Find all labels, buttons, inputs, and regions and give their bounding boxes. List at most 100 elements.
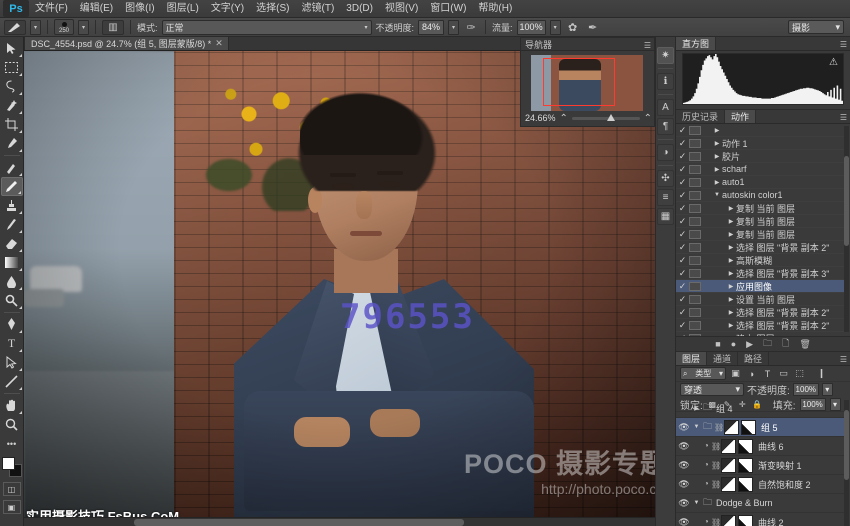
action-toggle-check[interactable]: ✓ <box>676 268 689 279</box>
layer-visibility-icon[interactable]: 👁 <box>676 460 692 471</box>
action-toggle-check[interactable]: ✓ <box>676 177 689 188</box>
action-dialog-toggle[interactable] <box>689 191 701 200</box>
layer-row[interactable]: ▶🗀组 4 <box>676 399 844 418</box>
character-dock-icon[interactable]: A <box>657 99 674 116</box>
panel-menu-icon[interactable]: ☰ <box>840 40 847 49</box>
layer-visibility-icon[interactable]: 👁 <box>676 441 692 452</box>
layer-visibility-icon[interactable]: 👁 <box>676 422 692 433</box>
actions-scrollbar[interactable] <box>844 126 849 332</box>
layer-row[interactable]: 👁▼🗀⛓组 5 <box>676 418 844 437</box>
history-brush-tool[interactable] <box>1 215 23 234</box>
layer-mask-thumbnail[interactable] <box>738 515 753 526</box>
action-item[interactable]: ✓▶选择 图层 "背景 副本 2" <box>676 319 844 332</box>
layer-row[interactable]: 👁◑⛓渐变映射 1 <box>676 456 844 475</box>
action-dialog-toggle[interactable] <box>689 230 701 239</box>
libraries-dock-icon[interactable]: ▦ <box>657 208 674 225</box>
new-action-icon[interactable]: 🗋 <box>782 336 789 352</box>
action-dialog-toggle[interactable] <box>689 152 701 161</box>
layer-mask-thumbnail[interactable] <box>741 420 756 435</box>
brush-preset-dropdown[interactable]: ▾ <box>30 20 41 35</box>
layer-mask-thumbnail[interactable] <box>738 439 753 454</box>
document-tab[interactable]: DSC_4554.psd @ 24.7% (组 5, 图层蒙版/8) * ✕ <box>24 36 229 50</box>
chevron-right-icon[interactable]: ▶ <box>726 218 736 225</box>
navigator-zoom-slider[interactable] <box>572 117 640 120</box>
action-item[interactable]: ✓▶选择 图层 "背景 副本 2" <box>676 306 844 319</box>
action-item[interactable]: ✓▶ <box>676 124 844 137</box>
menu-window[interactable]: 窗口(W) <box>424 0 472 18</box>
action-dialog-toggle[interactable] <box>689 321 701 330</box>
marquee-tool[interactable] <box>1 58 23 77</box>
action-toggle-check[interactable]: ✓ <box>676 255 689 266</box>
action-toggle-check[interactable]: ✓ <box>676 216 689 227</box>
layer-mask-thumbnail[interactable] <box>738 458 753 473</box>
layer-visibility-icon[interactable]: 👁 <box>676 479 692 490</box>
menu-edit[interactable]: 编辑(E) <box>74 0 119 18</box>
eraser-tool[interactable] <box>1 234 23 253</box>
action-toggle-check[interactable]: ✓ <box>676 281 689 292</box>
flow-input[interactable]: 100% <box>517 20 546 35</box>
action-item[interactable]: ✓▶动作 1 <box>676 137 844 150</box>
gradient-tool[interactable] <box>1 253 23 272</box>
foreground-color-swatch[interactable] <box>2 457 15 470</box>
action-toggle-check[interactable]: ✓ <box>676 242 689 253</box>
layer-row[interactable]: 👁◑⛓曲线 2 <box>676 513 844 526</box>
chevron-down-icon[interactable]: ▼ <box>692 424 701 430</box>
layer-row[interactable]: 👁▼🗀Dodge & Burn <box>676 494 844 513</box>
chevron-right-icon[interactable]: ▶ <box>692 405 701 412</box>
brush-size-indicator[interactable]: 250 <box>54 19 74 35</box>
action-item[interactable]: ✓▶复制 当前 图层 <box>676 228 844 241</box>
adjustments-dock-icon[interactable]: ◑ <box>657 144 674 161</box>
menu-file[interactable]: 文件(F) <box>29 0 74 18</box>
action-item[interactable]: ✓▼autoskin color1 <box>676 189 844 202</box>
action-item[interactable]: ✓▶auto1 <box>676 176 844 189</box>
action-item[interactable]: ✓▶应用图像 <box>676 280 844 293</box>
airbrush-icon[interactable]: ✿ <box>565 19 581 35</box>
scrollbar-thumb[interactable] <box>134 519 464 526</box>
layer-thumbnail[interactable] <box>721 439 736 454</box>
path-selection-tool[interactable] <box>1 353 23 372</box>
canvas-horizontal-scrollbar[interactable] <box>24 517 672 526</box>
hand-tool[interactable] <box>1 396 23 415</box>
action-toggle-check[interactable]: ✓ <box>676 294 689 305</box>
slider-knob[interactable] <box>607 114 615 121</box>
type-tool[interactable]: T <box>1 334 23 353</box>
opacity-stepper[interactable]: ▾ <box>448 20 459 35</box>
tab-channels[interactable]: 通道 <box>707 352 738 365</box>
filter-adjustment-icon[interactable]: ◑ <box>745 367 758 380</box>
action-toggle-check[interactable]: ✓ <box>676 229 689 240</box>
stop-recording-icon[interactable]: ■ <box>715 339 720 349</box>
chevron-down-icon[interactable]: ▼ <box>712 192 722 198</box>
action-dialog-toggle[interactable] <box>689 308 701 317</box>
panel-menu-icon[interactable]: ☰ <box>840 113 847 122</box>
info-dock-icon[interactable]: ℹ <box>657 73 674 90</box>
filter-toggle-icon[interactable]: ❙ <box>815 367 828 380</box>
navigator-thumbnail[interactable] <box>531 55 643 111</box>
tab-paths[interactable]: 路径 <box>738 352 769 365</box>
action-item[interactable]: ✓▶高斯模糊 <box>676 254 844 267</box>
menu-3d[interactable]: 3D(D) <box>340 0 379 18</box>
layer-thumbnail[interactable] <box>721 458 736 473</box>
chevron-right-icon[interactable]: ▶ <box>712 153 722 160</box>
actions-list[interactable]: ✓▶✓▶动作 1✓▶胶片✓▶scharf✓▶auto1✓▼autoskin co… <box>676 124 844 336</box>
action-item[interactable]: ✓▶胶片 <box>676 150 844 163</box>
flow-stepper[interactable]: ▾ <box>550 20 561 35</box>
action-dialog-toggle[interactable] <box>689 282 701 291</box>
workspace-select[interactable]: 摄影 ▾ <box>788 20 844 34</box>
filter-shape-icon[interactable]: ▭ <box>777 367 790 380</box>
blend-mode-select[interactable]: 正常 ▾ <box>162 20 372 35</box>
brush-settings-icon[interactable]: ▥ <box>102 20 124 35</box>
action-toggle-check[interactable]: ✓ <box>676 190 689 201</box>
chevron-right-icon[interactable]: ▶ <box>726 257 736 264</box>
new-set-icon[interactable]: 🗀 <box>763 336 772 352</box>
chevron-right-icon[interactable]: ▶ <box>726 309 736 316</box>
crop-tool[interactable] <box>1 115 23 134</box>
filter-type-icon[interactable]: T <box>761 367 774 380</box>
scrollbar-thumb[interactable] <box>844 156 849 246</box>
action-item[interactable]: ✓▶复制 当前 图层 <box>676 202 844 215</box>
chevron-right-icon[interactable]: ▶ <box>726 270 736 277</box>
scrollbar-thumb[interactable] <box>844 410 849 480</box>
mask-link-icon[interactable]: ⛓ <box>711 480 721 489</box>
tab-history[interactable]: 历史记录 <box>676 110 725 123</box>
lasso-tool[interactable] <box>1 77 23 96</box>
layers-scrollbar[interactable] <box>844 400 849 526</box>
